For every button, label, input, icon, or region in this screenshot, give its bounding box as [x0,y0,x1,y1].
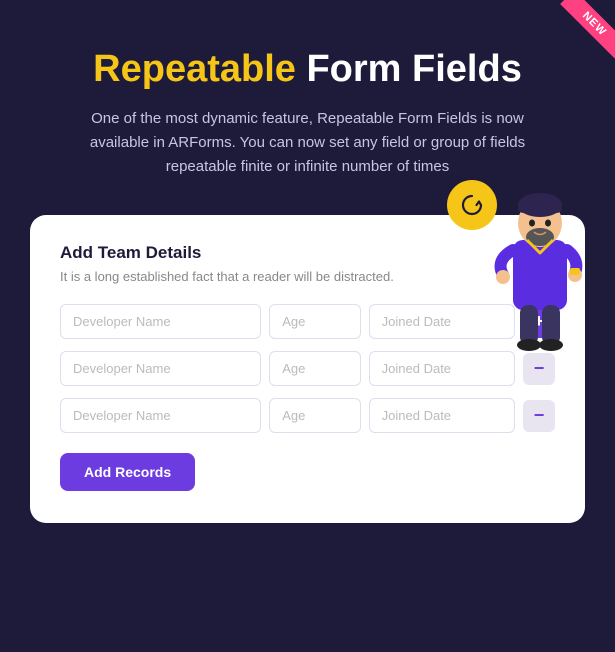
new-badge: NEW [543,0,615,72]
content-area: Add Team Details It is a long establishe… [30,215,585,523]
age-input-2[interactable] [269,351,360,386]
developer-name-input-3[interactable] [60,398,261,433]
remove-row-button-1[interactable]: − [523,353,555,385]
form-row: + [60,304,555,339]
title-highlight: Repeatable [93,48,296,90]
developer-name-input-2[interactable] [60,351,261,386]
header-subtitle: One of the most dynamic feature, Repeata… [68,107,548,179]
title-rest: Form Fields [296,48,522,90]
date-field-2[interactable] [369,351,515,386]
age-field-3[interactable] [269,398,360,433]
age-input-1[interactable] [269,304,360,339]
new-badge-label: NEW [560,0,615,58]
card-title: Add Team Details [60,243,555,263]
date-field-3[interactable] [369,398,515,433]
developer-name-field-1[interactable] [60,304,261,339]
developer-name-field-3[interactable] [60,398,261,433]
form-row: − [60,351,555,386]
page-title: Repeatable Form Fields [60,48,555,91]
refresh-icon [447,180,497,230]
age-field-1[interactable] [269,304,360,339]
developer-name-input-1[interactable] [60,304,261,339]
character-illustration [485,155,595,355]
age-field-2[interactable] [269,351,360,386]
form-row: − [60,398,555,433]
add-records-button[interactable]: Add Records [60,453,195,491]
date-input-3[interactable] [369,398,515,433]
developer-name-field-2[interactable] [60,351,261,386]
remove-row-button-2[interactable]: − [523,400,555,432]
card-subtitle: It is a long established fact that a rea… [60,269,555,284]
age-input-3[interactable] [269,398,360,433]
date-input-2[interactable] [369,351,515,386]
